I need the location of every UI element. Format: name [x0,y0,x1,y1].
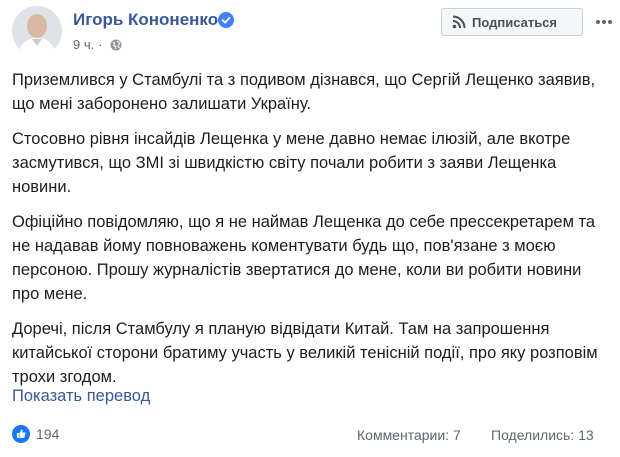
comments-count[interactable]: Комментарии: 7 [357,427,461,443]
shares-count[interactable]: Поделились: 13 [491,427,594,443]
post-body: Приземлився у Стамбулі та з подивом дізн… [12,68,608,400]
globe-icon[interactable] [110,39,122,51]
show-translation-link[interactable]: Показать перевод [12,387,150,406]
like-icon [12,425,30,443]
post-meta: 9 ч. · [73,37,122,52]
meta-separator: · [98,37,103,52]
subscribe-button[interactable]: Подписаться [441,8,583,36]
avatar[interactable] [12,6,62,56]
verified-badge-icon [218,12,234,28]
reactions-summary[interactable]: 194 [12,425,59,443]
rss-icon [452,15,466,29]
more-dots-icon [596,20,612,24]
post-paragraph: Приземлився у Стамбулі та з подивом дізн… [12,71,596,113]
avatar-photo [12,6,62,56]
facebook-post: Игорь Кононенко 9 ч. · Подписаться Призе… [0,0,620,457]
subscribe-label: Подписаться [472,14,558,30]
more-options-button[interactable] [593,8,615,36]
post-paragraph: Офіційно повідомляю, що я не наймав Леще… [12,213,596,303]
post-paragraph: Стосовно рівня інсайдів Лещенка у мене д… [12,130,571,196]
author-name[interactable]: Игорь Кононенко [73,10,218,30]
likes-count: 194 [36,426,60,442]
post-time[interactable]: 9 ч. [73,37,94,52]
post-paragraph: Доречі, після Стамбулу я планую відвідат… [12,320,598,386]
